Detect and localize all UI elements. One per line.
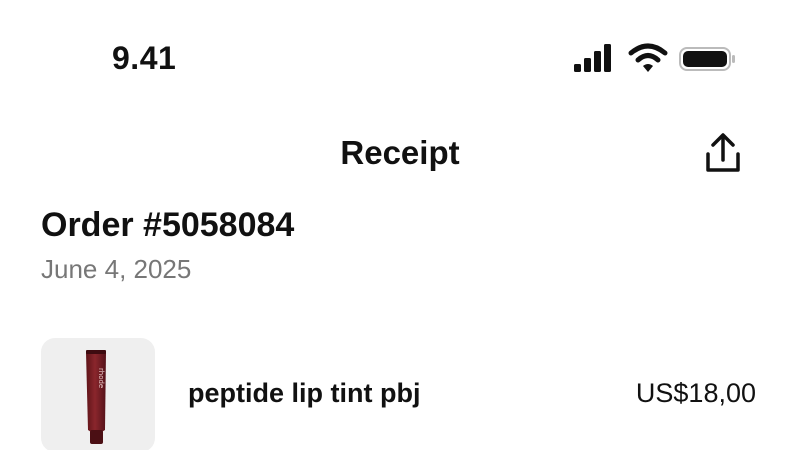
order-date: June 4, 2025: [41, 254, 192, 284]
wifi-icon: [628, 42, 668, 79]
product-thumbnail: rhode: [41, 338, 155, 450]
receipt-screen: 9.41 Receipt Order #5058084 June 4, 2025…: [0, 0, 800, 450]
order-number: Order #5058084: [41, 206, 295, 244]
battery-icon: [678, 42, 738, 79]
product-name: peptide lip tint pbj: [188, 378, 421, 408]
order-item-row[interactable]: rhode peptide lip tint pbj US$18,00: [0, 336, 800, 450]
signal-icon: [572, 42, 616, 79]
product-brand-logo: rhode: [97, 368, 105, 388]
share-icon: [698, 133, 748, 184]
share-button[interactable]: [698, 130, 748, 180]
status-icons: [572, 42, 742, 78]
page-title: Receipt: [340, 134, 460, 171]
product-price: US$18,00: [635, 378, 756, 408]
status-time: 9.41: [112, 40, 177, 76]
